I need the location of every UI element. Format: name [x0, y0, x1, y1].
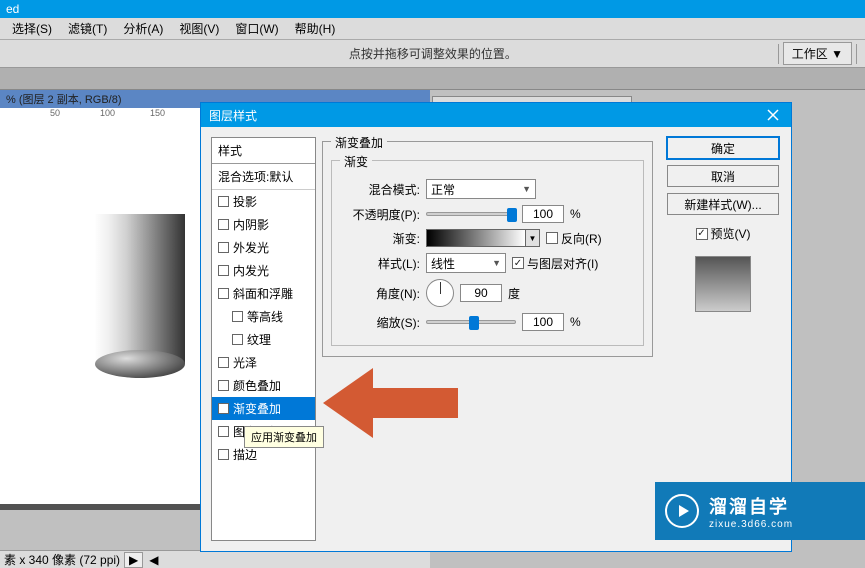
scale-input[interactable]: [522, 313, 564, 331]
style-color-overlay[interactable]: 颜色叠加: [212, 374, 315, 397]
play-icon: [665, 494, 699, 528]
checkbox-icon[interactable]: [232, 334, 243, 345]
checkbox-icon[interactable]: [218, 449, 229, 460]
ok-button[interactable]: 确定: [667, 137, 779, 159]
align-checkbox[interactable]: 与图层对齐(I): [512, 255, 598, 272]
blend-mode-select[interactable]: 正常 ▼: [426, 179, 536, 199]
opacity-input[interactable]: [522, 205, 564, 223]
app-title-bar: ed: [0, 0, 865, 18]
style-inner-glow[interactable]: 内发光: [212, 259, 315, 282]
style-gradient-overlay[interactable]: 渐变叠加: [212, 397, 315, 420]
status-text: 素 x 340 像素 (72 ppi): [4, 551, 120, 568]
checkbox-icon[interactable]: [218, 426, 229, 437]
settings-panel: 渐变叠加 渐变 混合模式: 正常 ▼ 不透明度(P):: [316, 127, 659, 551]
cancel-button[interactable]: 取消: [667, 165, 779, 187]
checkbox-icon[interactable]: [218, 219, 229, 230]
chevron-down-icon: ▼: [522, 184, 531, 194]
close-button[interactable]: [755, 103, 791, 127]
menu-select[interactable]: 选择(S): [4, 18, 60, 39]
angle-dial[interactable]: [426, 279, 454, 307]
checkbox-icon: [546, 232, 558, 244]
checkbox-icon[interactable]: [218, 242, 229, 253]
opacity-slider[interactable]: [426, 212, 516, 216]
scale-label: 缩放(S):: [340, 314, 420, 331]
opacity-label: 不透明度(P):: [340, 206, 420, 223]
checkbox-icon: [512, 257, 524, 269]
gradient-dropdown-button[interactable]: ▼: [526, 229, 540, 247]
inner-title: 渐变: [340, 153, 372, 170]
new-style-button[interactable]: 新建样式(W)...: [667, 193, 779, 215]
menu-analyze[interactable]: 分析(A): [115, 18, 171, 39]
menu-bar: 选择(S) 滤镜(T) 分析(A) 视图(V) 窗口(W) 帮助(H): [0, 18, 865, 40]
styles-list-panel: 样式 混合选项:默认 投影 内阴影 外发光 内发光 斜面和浮雕 等高线 纹理 光…: [211, 137, 316, 541]
checkbox-icon[interactable]: [218, 357, 229, 368]
app-title: ed: [6, 2, 19, 16]
checkbox-icon[interactable]: [218, 288, 229, 299]
style-bevel[interactable]: 斜面和浮雕: [212, 282, 315, 305]
style-outer-glow[interactable]: 外发光: [212, 236, 315, 259]
checkbox-icon[interactable]: [218, 196, 229, 207]
style-drop-shadow[interactable]: 投影: [212, 190, 315, 213]
checkbox-icon[interactable]: [218, 380, 229, 391]
dialog-titlebar[interactable]: 图层样式: [201, 103, 791, 127]
dialog-title: 图层样式: [209, 107, 257, 124]
preview-swatch: [695, 256, 751, 312]
chevron-down-icon: ▼: [492, 258, 501, 268]
checkbox-icon[interactable]: [232, 311, 243, 322]
style-inner-shadow[interactable]: 内阴影: [212, 213, 315, 236]
watermark: 溜溜自学 zixue.3d66.com: [655, 482, 865, 540]
status-arrow-icon[interactable]: ▶: [124, 552, 143, 568]
styles-header[interactable]: 样式: [212, 138, 315, 164]
menu-view[interactable]: 视图(V): [171, 18, 227, 39]
checkbox-icon[interactable]: [218, 265, 229, 276]
watermark-url: zixue.3d66.com: [709, 519, 793, 530]
options-hint: 点按并拖移可调整效果的位置。: [88, 45, 778, 62]
gradient-inner-group: 渐变 混合模式: 正常 ▼ 不透明度(P):: [331, 160, 644, 346]
reverse-checkbox[interactable]: 反向(R): [546, 230, 602, 247]
group-title: 渐变叠加: [331, 134, 387, 151]
gradient-style-select[interactable]: 线性 ▼: [426, 253, 506, 273]
scroll-left-icon[interactable]: ◀: [149, 553, 158, 567]
menu-filter[interactable]: 滤镜(T): [60, 18, 115, 39]
tooltip: 应用渐变叠加: [244, 426, 324, 448]
gradient-preview[interactable]: [426, 229, 526, 247]
watermark-title: 溜溜自学: [709, 493, 793, 519]
cylinder-shape: [95, 214, 185, 379]
gradient-label: 渐变:: [340, 230, 420, 247]
menu-window[interactable]: 窗口(W): [227, 18, 286, 39]
workspace-button[interactable]: 工作区 ▼: [783, 42, 852, 65]
style-label: 样式(L):: [340, 255, 420, 272]
style-texture[interactable]: 纹理: [212, 328, 315, 351]
gradient-overlay-group: 渐变叠加 渐变 混合模式: 正常 ▼ 不透明度(P):: [322, 141, 653, 357]
style-contour[interactable]: 等高线: [212, 305, 315, 328]
angle-input[interactable]: [460, 284, 502, 302]
options-bar: 点按并拖移可调整效果的位置。 工作区 ▼: [0, 40, 865, 68]
angle-label: 角度(N):: [340, 285, 420, 302]
checkbox-icon[interactable]: [218, 403, 229, 414]
blend-defaults[interactable]: 混合选项:默认: [212, 164, 315, 190]
menu-help[interactable]: 帮助(H): [287, 18, 344, 39]
status-bar: 素 x 340 像素 (72 ppi) ▶ ◀: [0, 550, 430, 568]
scale-slider[interactable]: [426, 320, 516, 324]
close-icon: [767, 109, 779, 121]
preview-checkbox[interactable]: 预览(V): [696, 225, 751, 242]
blend-mode-label: 混合模式:: [340, 181, 420, 198]
checkbox-icon: [696, 228, 708, 240]
style-satin[interactable]: 光泽: [212, 351, 315, 374]
